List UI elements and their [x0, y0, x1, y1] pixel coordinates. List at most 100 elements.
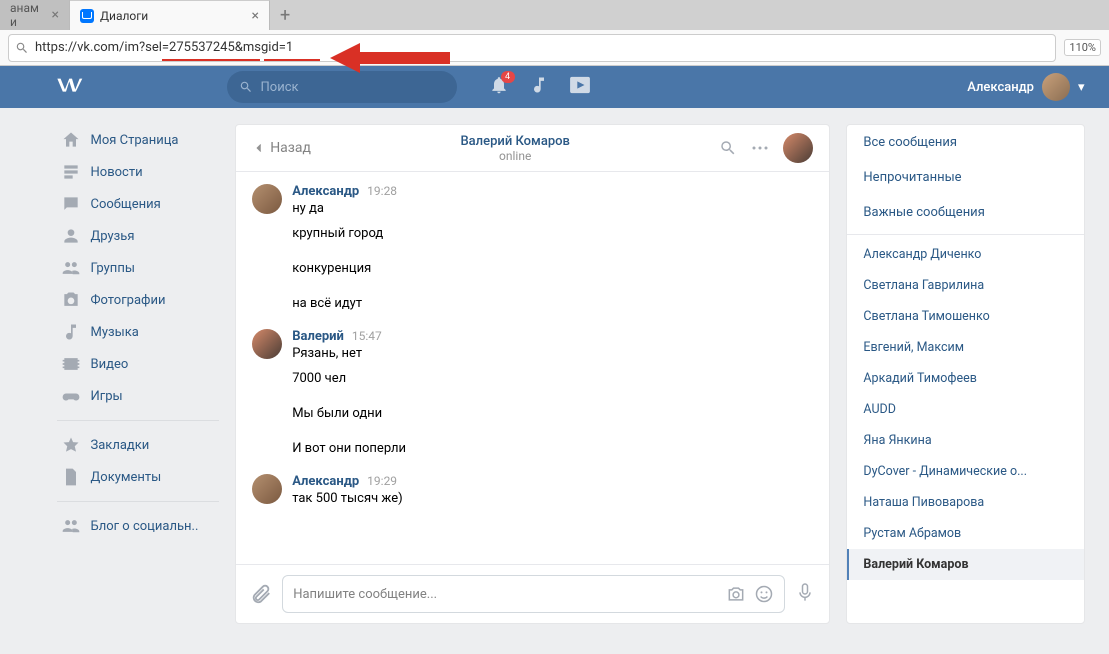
search-in-dialog-icon[interactable] [719, 139, 737, 157]
search-icon [15, 41, 29, 55]
nav-label: Видео [91, 357, 129, 372]
contact-item[interactable]: DyCover - Динамические о... [847, 456, 1083, 487]
message-line: И вот они поперли [292, 439, 813, 466]
filter-item[interactable]: Все сообщения [847, 125, 1083, 160]
url-input[interactable] [35, 40, 1049, 55]
message: Валерий 15:47 Рязань, нет [252, 329, 813, 361]
contact-item[interactable]: Рустам Абрамов [847, 518, 1083, 549]
contact-name: Валерий Комаров [311, 134, 719, 149]
contact-item[interactable]: Светлана Тимошенко [847, 301, 1083, 332]
contact-item[interactable]: Светлана Гаврилина [847, 270, 1083, 301]
filter-item[interactable]: Непрочитанные [847, 160, 1083, 195]
message-text: 7000 чел [292, 371, 346, 386]
url-highlight-1 [162, 59, 260, 61]
tab-label: анам и [10, 1, 46, 29]
video-play-icon[interactable] [569, 76, 591, 98]
nav-photos[interactable]: Фотографии [57, 284, 220, 316]
nav-label: Блог о социальн.. [91, 519, 199, 534]
contact-item[interactable]: Валерий Комаров [847, 549, 1083, 580]
message-text: Рязань, нет [292, 346, 813, 361]
message-avatar[interactable] [252, 474, 282, 504]
nav-music[interactable]: Музыка [57, 316, 220, 348]
message-author[interactable]: Александр [292, 474, 359, 489]
notification-count: 4 [501, 71, 515, 83]
message-text: И вот они поперли [292, 441, 406, 456]
message-text: конкуренция [292, 261, 371, 276]
dialog-pane: Назад Валерий Комаров online Александр 19… [235, 124, 830, 624]
nav-label: Документы [91, 470, 162, 485]
contact-status: online [311, 149, 719, 163]
message-author[interactable]: Валерий [292, 329, 344, 344]
contact-item[interactable]: Аркадий Тимофеев [847, 363, 1083, 394]
vk-favicon [80, 9, 94, 23]
browser-tab-active[interactable]: Диалоги × [70, 0, 270, 30]
message-avatar[interactable] [252, 184, 282, 214]
dialog-more-icon[interactable] [751, 145, 769, 151]
contact-avatar[interactable] [783, 133, 813, 163]
camera-icon[interactable] [726, 584, 746, 604]
nav-messages[interactable]: Сообщения [57, 188, 220, 220]
contact-item[interactable]: Яна Янкина [847, 425, 1083, 456]
dialog-title[interactable]: Валерий Комаров online [311, 134, 719, 163]
divider [57, 501, 220, 502]
browser-tab-inactive[interactable]: анам и × [0, 0, 70, 30]
url-field-wrap[interactable] [8, 34, 1056, 62]
chevron-left-icon [252, 141, 266, 155]
divider [847, 234, 1083, 235]
nav-bookmarks[interactable]: Закладки [57, 429, 220, 461]
back-label: Назад [270, 140, 311, 156]
notifications-icon[interactable]: 4 [489, 75, 509, 99]
music-icon[interactable] [529, 75, 549, 99]
avatar [1042, 73, 1070, 101]
nav-label: Закладки [91, 438, 150, 453]
filter-item[interactable]: Важные сообщения [847, 195, 1083, 230]
message-avatar[interactable] [252, 329, 282, 359]
url-highlight-2 [264, 59, 320, 61]
nav-my-page[interactable]: Моя Страница [57, 124, 220, 156]
nav-groups[interactable]: Группы [57, 252, 220, 284]
annotation-arrow [330, 38, 450, 82]
search-icon [239, 80, 253, 94]
message-line: 7000 чел [292, 369, 813, 396]
message-line: Мы были одни [292, 404, 813, 431]
compose-input-wrap[interactable] [282, 575, 785, 613]
message-line: на всё идут [292, 294, 813, 321]
back-button[interactable]: Назад [252, 140, 311, 156]
right-sidebar: Все сообщенияНепрочитанныеВажные сообщен… [846, 124, 1084, 624]
contact-item[interactable]: Евгений, Максим [847, 332, 1083, 363]
user-menu[interactable]: Александр ▾ [967, 73, 1084, 101]
nav-documents[interactable]: Документы [57, 461, 220, 493]
nav-friends[interactable]: Друзья [57, 220, 220, 252]
contact-item[interactable]: Александр Диченко [847, 239, 1083, 270]
chevron-down-icon: ▾ [1078, 80, 1085, 95]
contact-item[interactable]: Наташа Пивоварова [847, 487, 1083, 518]
compose-input[interactable] [293, 587, 718, 602]
username: Александр [967, 80, 1034, 95]
nav-blog[interactable]: Блог о социальн.. [57, 510, 220, 542]
contact-item[interactable]: AUDD [847, 394, 1083, 425]
mic-icon[interactable] [795, 582, 815, 606]
message-time: 19:28 [367, 184, 397, 198]
message-text: Мы были одни [292, 406, 382, 421]
nav-games[interactable]: Игры [57, 380, 220, 412]
nav-label: Друзья [91, 229, 135, 244]
close-icon[interactable]: × [52, 7, 59, 23]
message-text: так 500 тысяч же) [292, 491, 813, 506]
zoom-level[interactable]: 110% [1064, 39, 1101, 56]
close-icon[interactable]: × [252, 8, 259, 24]
tab-label: Диалоги [100, 9, 148, 23]
message-author[interactable]: Александр [292, 184, 359, 199]
message-text: ну да [292, 201, 813, 216]
new-tab-button[interactable]: + [270, 1, 300, 30]
attach-icon[interactable] [250, 583, 272, 605]
emoji-icon[interactable] [754, 584, 774, 604]
divider [57, 420, 220, 421]
message-line: крупный город [292, 224, 813, 251]
nav-label: Музыка [91, 325, 139, 340]
nav-video[interactable]: Видео [57, 348, 220, 380]
vk-logo[interactable] [57, 77, 85, 97]
nav-label: Новости [91, 165, 143, 180]
browser-tab-strip: анам и × Диалоги × + [0, 0, 1109, 30]
message-time: 15:47 [352, 329, 382, 343]
nav-news[interactable]: Новости [57, 156, 220, 188]
